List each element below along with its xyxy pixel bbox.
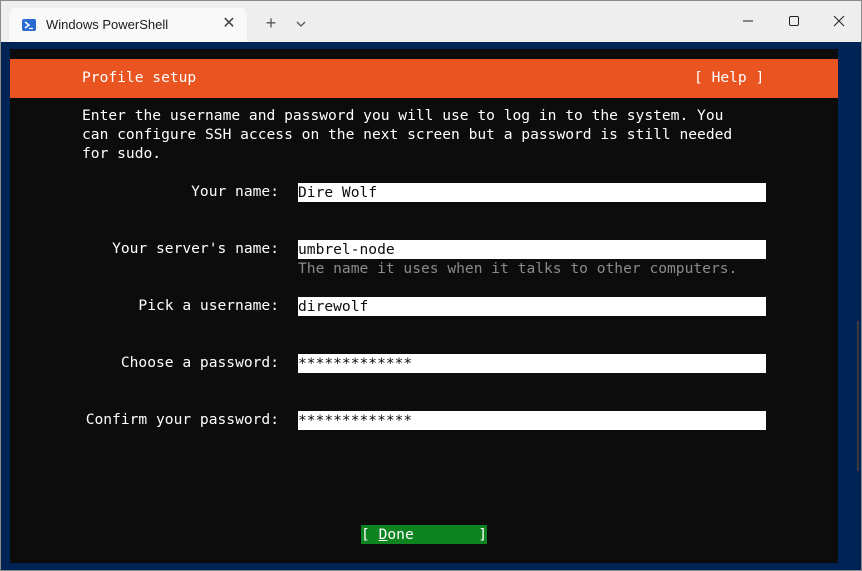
close-button[interactable]	[816, 1, 862, 41]
title-bar[interactable]: Windows PowerShell ✕ +	[1, 1, 861, 42]
server-name-label: Your server's name:	[112, 240, 279, 257]
help-button[interactable]: [ Help ]	[694, 69, 764, 86]
intro-text: Enter the username and password you will…	[82, 107, 733, 162]
chevron-down-icon[interactable]	[291, 14, 311, 34]
username-label: Pick a username:	[138, 297, 279, 314]
terminal-area[interactable]: Profile setup [ Help ] Enter the usernam…	[10, 49, 838, 563]
done-open-bracket: [	[361, 526, 379, 543]
tab-close-icon[interactable]: ✕	[220, 15, 238, 33]
confirm-password-label: Confirm your password:	[85, 411, 279, 428]
server-name-hint: The name it uses when it talks to other …	[298, 260, 738, 277]
powershell-icon	[22, 19, 36, 31]
your-name-label: Your name:	[191, 183, 279, 200]
page-title: Profile setup	[82, 69, 197, 86]
done-button[interactable]: [ Done]	[361, 525, 487, 544]
maximize-button[interactable]	[771, 1, 817, 41]
done-close-bracket: ]	[478, 526, 487, 543]
powershell-window: Windows PowerShell ✕ + Profile setup [H…	[0, 0, 862, 571]
confirm-password-field[interactable]: *************	[298, 411, 766, 430]
password-field[interactable]: *************	[298, 354, 766, 373]
password-label: Choose a password:	[120, 354, 279, 371]
minimize-icon	[743, 20, 753, 22]
tab-windows-powershell[interactable]: Windows PowerShell ✕	[9, 8, 247, 42]
username-field[interactable]: direwolf	[298, 297, 766, 316]
minimize-button[interactable]	[725, 1, 771, 41]
installer-header: Profile setup [ Help ]	[10, 59, 838, 98]
server-name-field[interactable]: umbrel-node	[298, 240, 766, 259]
done-label: one	[387, 526, 414, 543]
new-tab-button[interactable]: +	[260, 13, 282, 35]
your-name-field[interactable]: Dire Wolf	[298, 183, 766, 202]
close-icon	[833, 15, 845, 27]
scrollbar[interactable]	[857, 321, 859, 471]
tab-title: Windows PowerShell	[46, 17, 169, 32]
maximize-icon	[789, 16, 799, 26]
